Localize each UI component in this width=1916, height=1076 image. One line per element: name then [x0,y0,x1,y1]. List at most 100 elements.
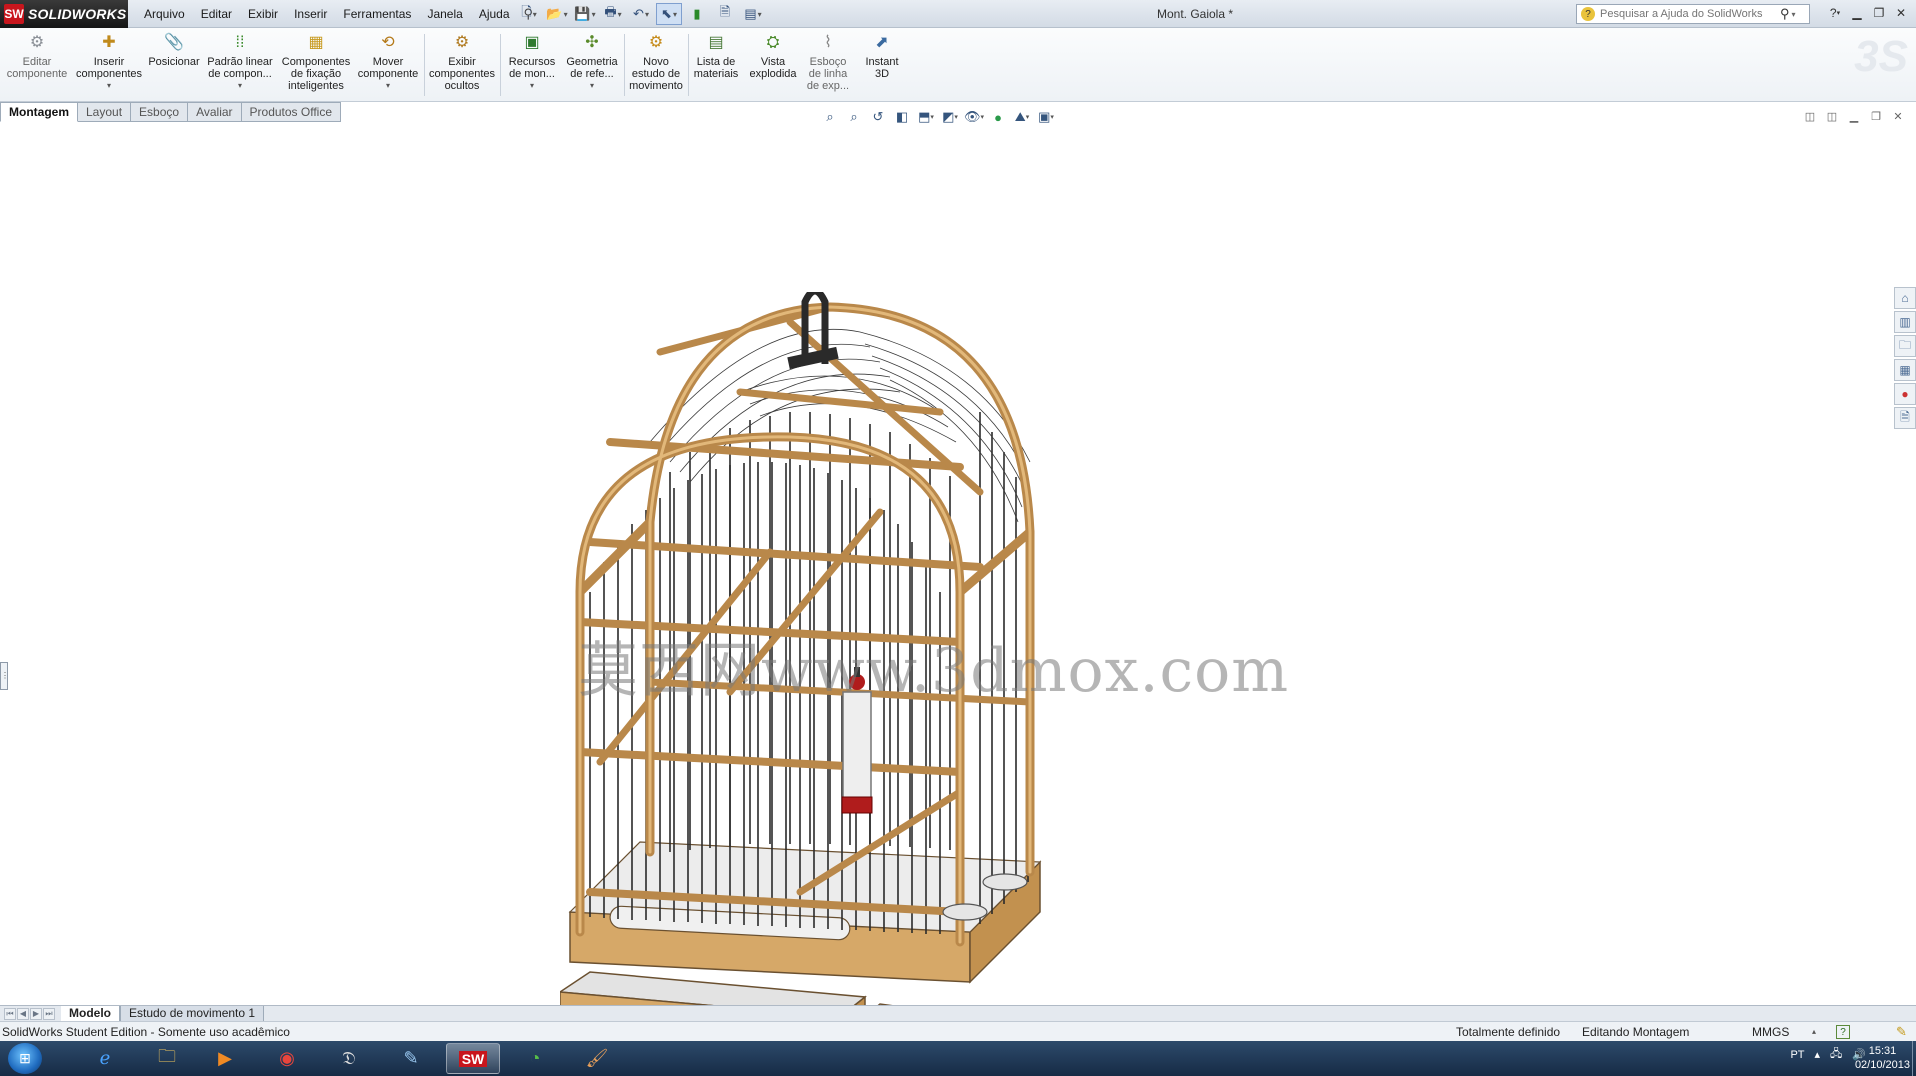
mate-button[interactable]: 📎 Posicionar [146,30,202,102]
instant3d-button[interactable]: ⬈ Instant 3D [856,30,908,102]
close-button[interactable]: ✕ [1892,4,1910,22]
split-horizontal-icon: ◫ [1804,110,1816,123]
taskbar-file-explorer[interactable]: 🗀 [140,1043,194,1074]
feature-manager-toggle[interactable]: ⋮ [0,662,9,690]
tab-montagem[interactable]: Montagem [0,102,78,122]
show-hidden-icons-icon[interactable]: ▴ [1815,1048,1821,1061]
menu-editar[interactable]: Editar [193,7,240,21]
graphics-area[interactable]: ⋮ ⌂ ▥ 🗀 ▦ ● 🗎 莫西网www.3dmox.com [0,122,1916,1076]
start-button[interactable]: ⊞ [8,1043,42,1074]
save-button[interactable]: 💾 ▾ [572,3,598,25]
apply-scene-button[interactable]: ⛰ ▾ [1012,107,1032,127]
menu-ajuda[interactable]: Ajuda [471,7,518,21]
next-tab-button[interactable]: ▶ [30,1007,42,1020]
menu-inserir[interactable]: Inserir [286,7,335,21]
split-horizontal-button[interactable]: ◫ [1802,108,1818,124]
menu-arquivo[interactable]: Arquivo [136,7,193,21]
taskbar-paint[interactable]: ✎ [384,1043,438,1074]
first-tab-button[interactable]: ⏮ [4,1007,16,1020]
taskbar-tools-app[interactable]: 🖌 [570,1043,624,1074]
open-document-button[interactable]: 📂 ▾ [544,3,570,25]
file-explorer-tab[interactable]: 🗀 [1894,335,1916,357]
language-indicator[interactable]: PT [1790,1049,1804,1061]
tab-layout[interactable]: Layout [78,102,132,122]
new-motion-study-button[interactable]: ⚙ Novo estudo de movimento [626,30,686,102]
chevron-up-icon[interactable]: ▴ [1812,1027,1816,1036]
chevron-down-icon[interactable]: ▾ [1792,10,1796,19]
tab-produtos-office[interactable]: Produtos Office [241,102,342,122]
tab-esboco[interactable]: Esboço [131,102,189,122]
taskbar-internet-explorer[interactable]: ℯ [78,1043,132,1074]
options-button[interactable]: ▤ ▾ [740,3,766,25]
undo-button[interactable]: ↶ ▾ [628,3,654,25]
doc-restore-button[interactable]: ❐ [1868,108,1884,124]
taskbar-green-app[interactable]: ◔ [508,1043,562,1074]
explode-line-sketch-button[interactable]: ⌇ Esboço de linha de exp... [802,30,854,102]
taskbar-chrome[interactable]: ◉ [260,1043,314,1074]
minimize-button[interactable]: ▁ [1848,4,1866,22]
file-properties-button[interactable]: 🗎 [712,3,738,25]
edit-appearance-button[interactable]: ● [988,107,1008,127]
split-vertical-button[interactable]: ◫ [1824,108,1840,124]
display-style-icon: ◩ [942,109,955,124]
tab-modelo[interactable]: Modelo [61,1005,120,1022]
view-settings-button[interactable]: ▣ ▾ [1036,107,1056,127]
command-manager: ⚙ Editar componente ✚ Inserir componente… [0,28,1916,102]
help-search-input[interactable] [1600,8,1776,20]
smart-fasteners-button[interactable]: ▦ Componentes de fixação inteligentes [278,30,354,102]
close-icon: ✕ [1895,6,1907,20]
search-icon[interactable]: ⚲ [1780,6,1790,22]
prev-tab-button[interactable]: ◀ [17,1007,29,1020]
new-document-button[interactable]: 🗋 ▾ [516,3,542,25]
print-button[interactable]: 🖶 ▾ [600,3,626,25]
quick-tips-button[interactable]: ? [1836,1025,1850,1039]
menu-exibir[interactable]: Exibir [240,7,286,21]
last-tab-button[interactable]: ⏭ [43,1007,55,1020]
taskbar-clock[interactable]: 15:31 02/10/2013 [1855,1044,1910,1072]
chevron-down-icon: ▾ [1836,10,1841,17]
appearances-tab[interactable]: ● [1894,383,1916,405]
menu-janela[interactable]: Janela [419,7,470,21]
design-library-tab[interactable]: ▥ [1894,311,1916,333]
view-orientation-button[interactable]: ⬒ ▾ [916,107,936,127]
solidworks-logo[interactable]: SW SOLIDWORKS [0,0,128,28]
restore-button[interactable]: ❐ [1870,4,1888,22]
insert-components-button[interactable]: ✚ Inserir componentes ▾ [72,30,146,102]
previous-view-button[interactable]: ↺ [868,107,888,127]
rebuild-button[interactable]: ▮ [684,3,710,25]
show-desktop-button[interactable] [1912,1041,1916,1076]
doc-close-button[interactable]: ✕ [1890,108,1906,124]
hide-show-items-button[interactable]: 👁 ▾ [964,107,984,127]
solidworks-resources-tab[interactable]: ⌂ [1894,287,1916,309]
help-search-box[interactable]: ? ⚲ ▾ [1576,4,1810,24]
exploded-view-button[interactable]: ⛭ Vista explodida [744,30,802,102]
bill-of-materials-button[interactable]: ▤ Lista de materiais [690,30,742,102]
appearance-sphere-icon: ● [994,109,1002,125]
edit-component-button[interactable]: ⚙ Editar componente [4,30,70,102]
select-button[interactable]: ⬉ ▾ [656,3,682,25]
display-style-button[interactable]: ◩ ▾ [940,107,960,127]
menu-ferramentas[interactable]: Ferramentas [335,7,419,21]
tab-avaliar[interactable]: Avaliar [188,102,242,122]
move-component-button[interactable]: ⟲ Mover componente ▾ [354,30,422,102]
tab-motion-study-1[interactable]: Estudo de movimento 1 [120,1005,265,1022]
unit-system-selector[interactable]: MMGS [1752,1025,1789,1039]
taskbar-media-player[interactable]: ▶ [198,1043,252,1074]
taskbar-3ds-app[interactable]: 𝔇 [322,1043,376,1074]
zoom-to-area-button[interactable]: ⌕ [844,107,864,127]
reference-geometry-button[interactable]: ✣ Geometria de refe... ▾ [562,30,622,102]
doc-minimize-button[interactable]: ▁ [1846,108,1862,124]
network-icon[interactable]: 🖧 [1830,1045,1842,1064]
view-palette-tab[interactable]: ▦ [1894,359,1916,381]
section-view-button[interactable]: ◧ [892,107,912,127]
show-hidden-components-button[interactable]: ⚙ Exibir componentes ocultos [426,30,498,102]
status-mode: Editando Montagem [1582,1025,1690,1039]
zoom-to-fit-button[interactable]: ⌕ [820,107,840,127]
taskbar-solidworks[interactable]: SW [446,1043,500,1074]
assembly-features-button[interactable]: ▣ Recursos de mon... ▾ [502,30,562,102]
custom-properties-tab[interactable]: 🗎 [1894,407,1916,429]
help-menu-button[interactable]: ? ▾ [1826,4,1844,22]
linear-pattern-button[interactable]: ⁞⁞ Padrão linear de compon... ▾ [204,30,276,102]
viewport-window-controls: ◫ ◫ ▁ ❐ ✕ [1802,108,1906,124]
chevron-down-icon: ▾ [1025,114,1030,121]
